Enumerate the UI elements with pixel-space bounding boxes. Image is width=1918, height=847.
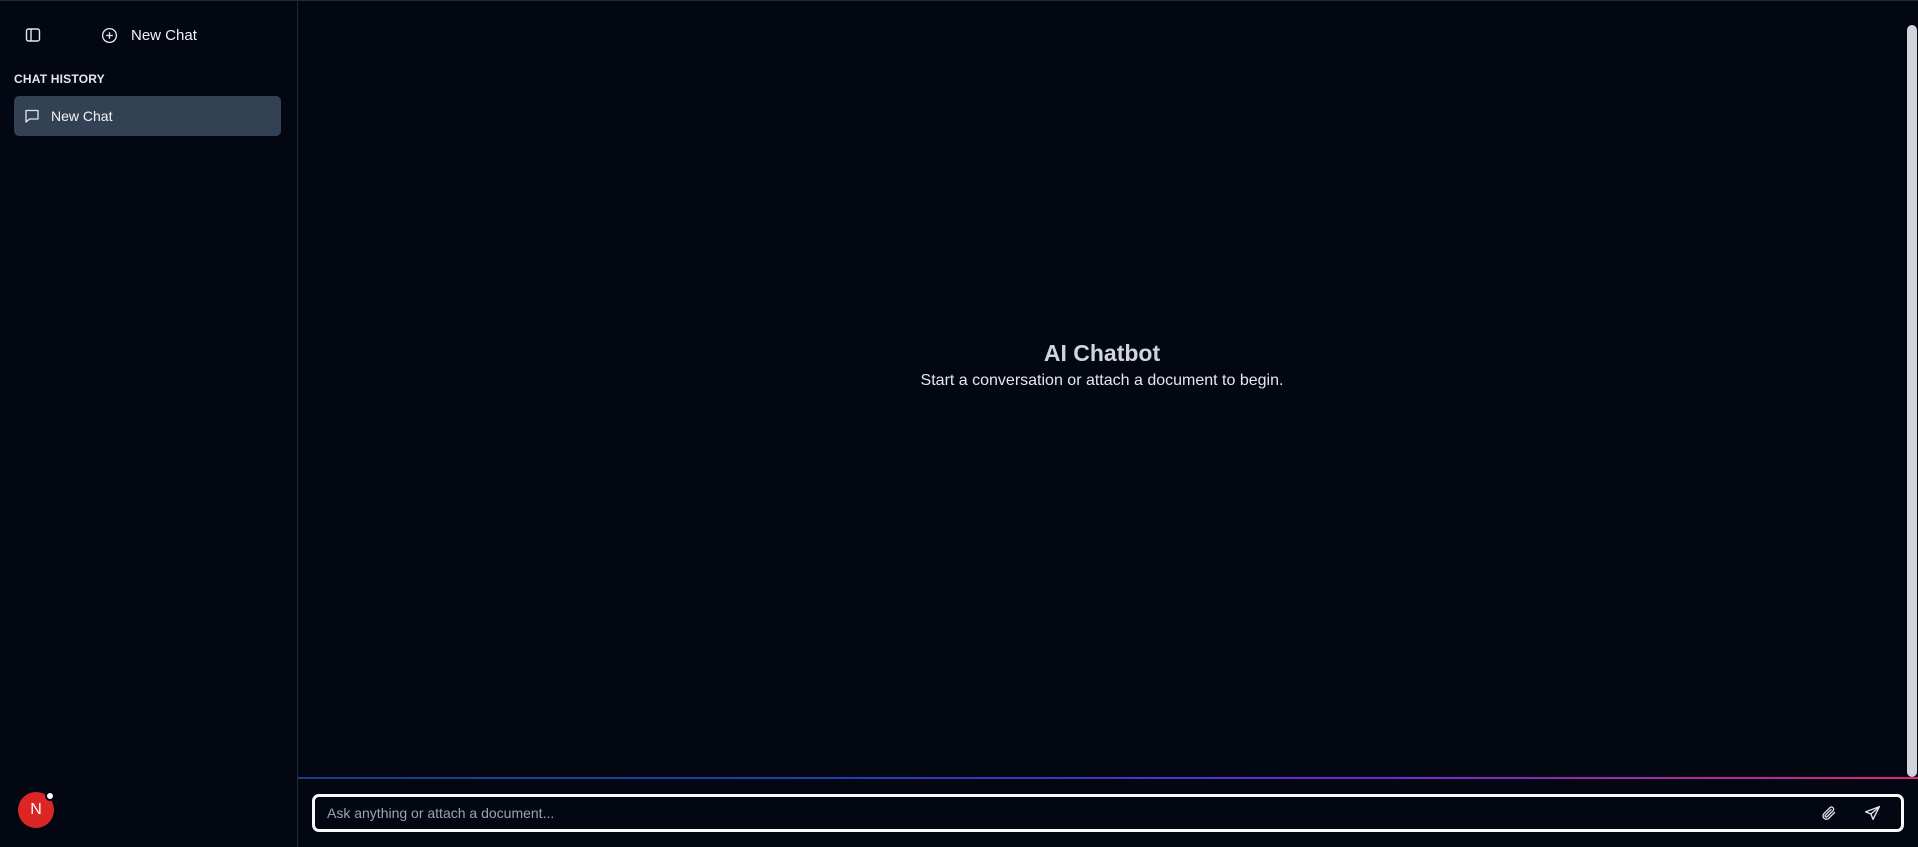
paperclip-icon[interactable]: [1818, 802, 1840, 824]
plus-circle-icon: [98, 24, 120, 46]
scrollbar[interactable]: [1906, 25, 1918, 777]
page-subtitle: Start a conversation or attach a documen…: [920, 372, 1284, 389]
sidebar-header: New Chat: [0, 1, 297, 69]
app-window: New Chat Chat History New Chat N AI Chat…: [0, 0, 1918, 847]
sidebar: New Chat Chat History New Chat N: [0, 1, 298, 847]
chat-history-item[interactable]: New Chat: [14, 96, 281, 136]
sidebar-toggle-icon[interactable]: [22, 24, 44, 46]
gradient-divider: [298, 777, 1918, 779]
chat-history-title: Chat History: [14, 72, 105, 86]
new-chat-button[interactable]: New Chat: [98, 24, 197, 46]
chat-input-box: [312, 794, 1904, 832]
chat-history-list: New Chat: [0, 96, 297, 136]
composer: [298, 777, 1918, 847]
chat-main: AI Chatbot Start a conversation or attac…: [298, 1, 1918, 847]
new-chat-label: New Chat: [131, 26, 197, 44]
scrollbar-thumb[interactable]: [1907, 25, 1917, 777]
avatar-initial: N: [30, 801, 42, 818]
page-title: AI Chatbot: [1043, 340, 1161, 366]
chat-history-item-label: New Chat: [51, 108, 113, 124]
message-square-icon: [22, 106, 42, 126]
notification-dot: [45, 791, 55, 801]
chat-input[interactable]: [315, 797, 1818, 829]
empty-state: AI Chatbot Start a conversation or attac…: [298, 338, 1906, 391]
avatar[interactable]: N: [18, 791, 55, 828]
send-icon[interactable]: [1861, 802, 1883, 824]
